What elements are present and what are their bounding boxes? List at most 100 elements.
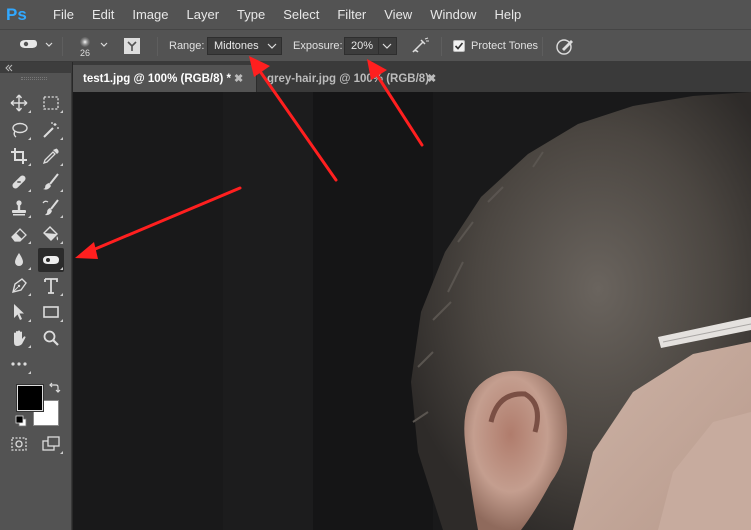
pen-nib-icon bbox=[12, 278, 27, 293]
tools-collapse-bar[interactable] bbox=[0, 62, 72, 73]
edit-toolbar-button[interactable] bbox=[6, 352, 32, 376]
lasso-tool[interactable] bbox=[6, 118, 32, 142]
lasso-icon bbox=[12, 122, 28, 138]
range-label: Range: bbox=[169, 40, 205, 52]
protect-tones-checkbox[interactable]: Protect Tones bbox=[453, 30, 538, 62]
checkbox-checked-icon bbox=[453, 40, 465, 52]
rectangle-tool[interactable] bbox=[38, 300, 64, 324]
options-bar: 26 Range: Midtones Exposure: 20% Protect… bbox=[0, 29, 751, 62]
pressure-size-toggle[interactable] bbox=[555, 30, 575, 62]
foreground-color-swatch[interactable] bbox=[16, 384, 44, 412]
clone-stamp-tool[interactable] bbox=[6, 196, 32, 220]
pen-tool[interactable] bbox=[6, 274, 32, 298]
exposure-value: 20% bbox=[351, 40, 374, 52]
eyedropper-tool[interactable] bbox=[38, 144, 64, 168]
default-colors-icon bbox=[15, 415, 27, 427]
bandage-icon bbox=[12, 175, 26, 189]
menu-image[interactable]: Image bbox=[123, 0, 177, 29]
healing-brush-tool[interactable] bbox=[6, 170, 32, 194]
type-tool[interactable] bbox=[38, 274, 64, 298]
blur-tool[interactable] bbox=[6, 248, 32, 272]
brush-panel-toggle[interactable] bbox=[123, 30, 141, 62]
separator bbox=[62, 37, 63, 56]
menu-select[interactable]: Select bbox=[274, 0, 328, 29]
rectangle-marquee-icon bbox=[43, 96, 59, 110]
hand-tool[interactable] bbox=[6, 326, 32, 350]
screen-mode-button[interactable] bbox=[38, 432, 64, 456]
quick-mask-icon bbox=[11, 437, 27, 451]
panel-grip[interactable] bbox=[21, 77, 47, 80]
menu-window[interactable]: Window bbox=[421, 0, 485, 29]
document-tabs: test1.jpg @ 100% (RGB/8) * ✖ grey-hair.j… bbox=[73, 62, 751, 92]
separator bbox=[441, 37, 442, 56]
close-icon[interactable]: ✖ bbox=[234, 72, 243, 85]
move-tool[interactable] bbox=[6, 91, 32, 115]
menu-type[interactable]: Type bbox=[228, 0, 274, 29]
eraser-icon bbox=[11, 228, 27, 242]
zoom-tool[interactable] bbox=[38, 326, 64, 350]
separator bbox=[542, 37, 543, 56]
dodge-tool[interactable] bbox=[38, 248, 64, 272]
quick-mask-button[interactable] bbox=[6, 432, 32, 456]
brush-size-value: 26 bbox=[80, 48, 91, 58]
tab-grey-hair[interactable]: grey-hair.jpg @ 100% (RGB/8) ✖ bbox=[256, 65, 439, 92]
photoshop-logo-icon: Ps bbox=[6, 4, 27, 24]
pen-pressure-icon bbox=[556, 39, 573, 55]
swap-arrows-icon bbox=[49, 382, 61, 393]
range-value: Midtones bbox=[214, 40, 259, 52]
paintbrush-icon bbox=[43, 173, 59, 190]
type-t-icon bbox=[44, 278, 58, 294]
move-icon bbox=[10, 94, 28, 112]
menu-edit[interactable]: Edit bbox=[83, 0, 123, 29]
dodge-tool-icon bbox=[20, 40, 53, 48]
crop-icon bbox=[11, 148, 27, 164]
crop-tool[interactable] bbox=[6, 144, 32, 168]
exposure-label: Exposure: bbox=[293, 40, 343, 52]
magic-wand-tool[interactable] bbox=[38, 118, 64, 142]
menu-view[interactable]: View bbox=[375, 0, 421, 29]
menu-file[interactable]: File bbox=[44, 0, 83, 29]
water-drop-icon bbox=[15, 253, 23, 266]
tab-label: test1.jpg @ 100% (RGB/8) * bbox=[83, 72, 231, 85]
brush-tool[interactable] bbox=[38, 170, 64, 194]
photo-person-hair bbox=[73, 92, 751, 530]
tab-label: grey-hair.jpg @ 100% (RGB/8) bbox=[267, 72, 430, 85]
exposure-input[interactable]: 20% bbox=[344, 37, 397, 55]
eraser-tool[interactable] bbox=[6, 222, 32, 246]
separator bbox=[157, 37, 158, 56]
default-colors-button[interactable] bbox=[15, 415, 27, 427]
tab-test1[interactable]: test1.jpg @ 100% (RGB/8) * ✖ bbox=[73, 65, 256, 92]
arrow-pointer-icon bbox=[14, 304, 24, 320]
document-canvas[interactable] bbox=[73, 92, 751, 530]
magic-wand-icon bbox=[43, 122, 59, 138]
dodge-icon bbox=[43, 256, 59, 264]
marquee-tool[interactable] bbox=[38, 91, 64, 115]
airbrush-icon bbox=[412, 37, 429, 53]
tools-panel bbox=[0, 73, 72, 530]
magnifier-icon bbox=[43, 330, 59, 346]
protect-tones-label: Protect Tones bbox=[471, 40, 539, 52]
paint-bucket-icon bbox=[43, 226, 59, 241]
paint-bucket-tool[interactable] bbox=[38, 222, 64, 246]
eyedropper-icon bbox=[42, 148, 59, 165]
chevron-down-icon bbox=[267, 43, 277, 49]
collapse-arrows-icon bbox=[5, 64, 13, 72]
menu-filter[interactable]: Filter bbox=[328, 0, 375, 29]
swap-colors-button[interactable] bbox=[47, 382, 61, 396]
range-select[interactable]: Midtones bbox=[207, 37, 282, 55]
tool-preset-picker[interactable] bbox=[18, 30, 54, 62]
history-brush-tool[interactable] bbox=[38, 196, 64, 220]
stamp-icon bbox=[12, 200, 26, 216]
chevron-down-icon bbox=[382, 43, 392, 49]
menu-layer[interactable]: Layer bbox=[178, 0, 229, 29]
menu-bar: Ps File Edit Image Layer Type Select Fil… bbox=[0, 0, 751, 29]
rectangle-shape-icon bbox=[43, 306, 59, 318]
menu-help[interactable]: Help bbox=[485, 0, 530, 29]
screen-mode-icon bbox=[42, 436, 60, 451]
airbrush-toggle[interactable] bbox=[410, 30, 430, 62]
close-icon[interactable]: ✖ bbox=[427, 72, 436, 85]
more-dots-icon bbox=[11, 362, 27, 366]
brush-settings-icon bbox=[124, 38, 140, 54]
history-brush-icon bbox=[42, 199, 59, 216]
path-selection-tool[interactable] bbox=[6, 300, 32, 324]
